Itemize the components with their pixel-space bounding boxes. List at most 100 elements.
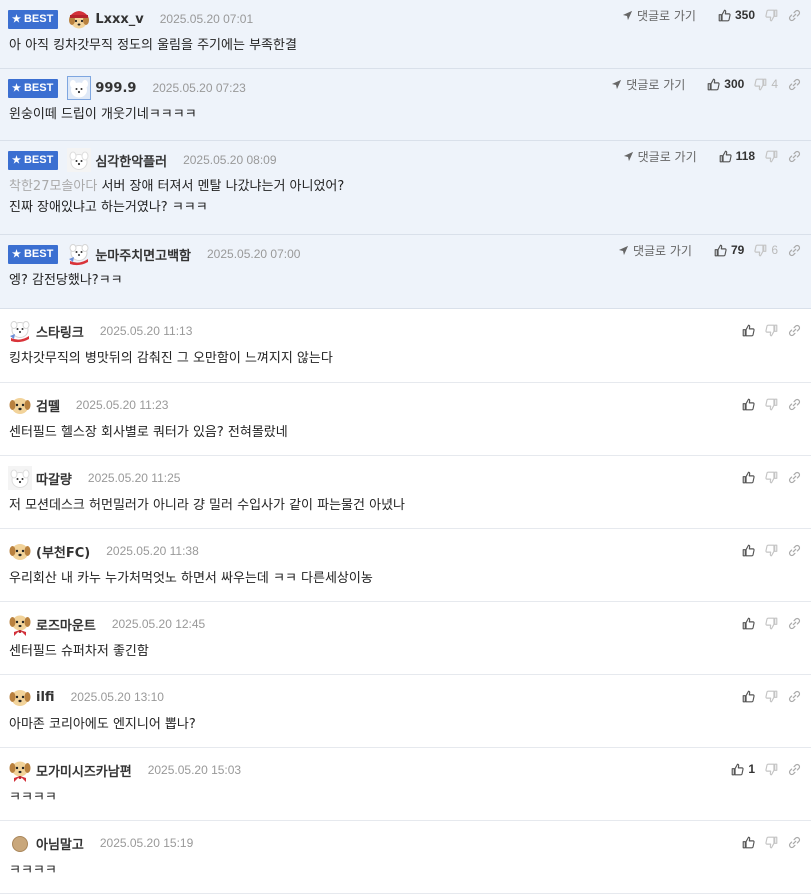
dislike-button[interactable] <box>765 471 778 484</box>
comment-body: 아 아직 킹차갓무직 정도의 울림을 주기에는 부족한결 <box>9 35 297 56</box>
comment-body: 엥? 감전당했나?ㅋㅋ <box>9 270 123 291</box>
dislike-button[interactable] <box>765 836 778 849</box>
copy-link-button[interactable] <box>788 9 801 22</box>
copy-link-button[interactable] <box>788 617 801 630</box>
copy-link-button[interactable] <box>788 150 801 163</box>
comment-line: 센터필드 헬스장 회사별로 쿼터가 있음? 전혀몰랐네 <box>9 422 288 443</box>
avatar[interactable] <box>8 831 32 855</box>
like-button[interactable] <box>742 836 755 849</box>
thumbs-up-icon <box>731 763 744 776</box>
copy-link-button[interactable] <box>788 690 801 703</box>
nickname[interactable]: ilfi <box>36 690 55 705</box>
dislike-button[interactable] <box>765 324 778 337</box>
send-arrow-icon <box>611 79 622 90</box>
nickname[interactable]: 따갈량 <box>36 469 72 488</box>
like-count: 79 <box>730 243 745 257</box>
comment-text: 센터필드 슈퍼차저 좋긴함 <box>9 644 149 659</box>
white-dog-icon <box>8 466 32 490</box>
comment-list: ★ BEST Lxxx_v 2025.05.20 07:01 아 아직 킹차갓무직 정도… <box>0 0 811 894</box>
comment-header: 스타링크 2025.05.20 11:13 <box>8 319 192 343</box>
nickname[interactable]: 로즈마운트 <box>36 615 96 634</box>
nickname[interactable]: 모가미시즈카남편 <box>36 761 132 780</box>
dislike-button[interactable] <box>765 544 778 557</box>
like-button[interactable] <box>742 324 755 337</box>
comment-header: ★ BEST 심각한악플러 2025.05.20 08:09 <box>8 148 277 172</box>
like-button[interactable] <box>742 398 755 411</box>
like-button[interactable] <box>742 690 755 703</box>
nickname[interactable]: 스타링크 <box>36 322 84 341</box>
comment-header: (부천FC) 2025.05.20 11:38 <box>8 539 199 563</box>
comment-date: 2025.05.20 13:10 <box>70 690 164 704</box>
thumbs-up-icon <box>719 150 732 163</box>
copy-link-button[interactable] <box>788 471 801 484</box>
go-to-reply-link[interactable]: 댓글로 가기 <box>618 242 692 259</box>
thumbs-down-icon <box>765 471 778 484</box>
comment-actions: 댓글로 가기 118 <box>623 145 801 167</box>
avatar[interactable] <box>8 685 32 709</box>
comment-date: 2025.05.20 07:23 <box>152 81 246 95</box>
nickname[interactable]: Lxxx_v <box>95 12 143 27</box>
like-button[interactable] <box>742 617 755 630</box>
like-button[interactable]: 1 <box>731 762 755 776</box>
like-button[interactable]: 350 <box>718 8 755 22</box>
nickname[interactable]: 999.9 <box>95 81 136 96</box>
avatar[interactable] <box>8 466 32 490</box>
dislike-button[interactable] <box>765 150 778 163</box>
avatar[interactable] <box>8 758 32 782</box>
like-button[interactable] <box>742 471 755 484</box>
like-button[interactable]: 300 <box>707 77 744 91</box>
copy-link-button[interactable] <box>788 78 801 91</box>
comment-header: 검뗄 2025.05.20 11:23 <box>8 393 168 417</box>
mention[interactable]: 착한27모솔아다 <box>9 179 97 194</box>
best-comment: ★ BEST 999.9 2025.05.20 07:23 윈숭이떼 드립이 개웃기네ㅋ… <box>0 69 811 141</box>
like-button[interactable]: 79 <box>714 243 744 257</box>
copy-link-button[interactable] <box>788 836 801 849</box>
nickname[interactable]: 검뗄 <box>36 396 60 415</box>
like-button[interactable]: 118 <box>719 149 755 163</box>
dislike-button[interactable] <box>765 398 778 411</box>
nickname[interactable]: 심각한악플러 <box>95 151 167 170</box>
copy-link-button[interactable] <box>788 544 801 557</box>
copy-link-button[interactable] <box>788 763 801 776</box>
dislike-button[interactable] <box>765 9 778 22</box>
avatar[interactable] <box>8 612 32 636</box>
comment-text: 엥? 감전당했나?ㅋㅋ <box>9 273 123 288</box>
dislike-button[interactable] <box>765 617 778 630</box>
dislike-button[interactable]: 6 <box>754 243 778 257</box>
avatar[interactable] <box>8 539 32 563</box>
comment-body: 센터필드 슈퍼차저 좋긴함 <box>9 641 149 662</box>
go-to-reply-link[interactable]: 댓글로 가기 <box>623 148 697 165</box>
comment-body: 아마존 코리아에도 엔지니어 뽑나? <box>9 714 196 735</box>
comment: 로즈마운트 2025.05.20 12:45 센터필드 슈퍼차저 좋긴함 <box>0 602 811 675</box>
link-icon <box>788 78 801 91</box>
thumbs-down-icon <box>754 244 767 257</box>
dislike-button[interactable]: 4 <box>754 77 778 91</box>
nickname[interactable]: (부천FC) <box>36 542 90 561</box>
copy-link-button[interactable] <box>788 324 801 337</box>
thumbs-down-icon <box>765 9 778 22</box>
comment-line: 저 모션데스크 허먼밀러가 아니라 걍 밀러 수입사가 같이 파는물건 아녔나 <box>9 495 405 516</box>
comment-body: 착한27모솔아다 서버 장애 터져서 멘탈 나갔냐는거 아니었어? 진짜 장애있냐… <box>9 176 344 218</box>
like-count: 350 <box>734 8 755 22</box>
go-to-reply-link[interactable]: 댓글로 가기 <box>611 76 685 93</box>
avatar[interactable] <box>8 319 32 343</box>
nickname[interactable]: 아님말고 <box>36 834 84 853</box>
avatar[interactable] <box>67 242 91 266</box>
copy-link-button[interactable] <box>788 244 801 257</box>
comment-text: ㅋㅋㅋㅋ <box>9 790 57 805</box>
like-button[interactable] <box>742 544 755 557</box>
avatar[interactable] <box>8 393 32 417</box>
star-icon: ★ <box>12 13 21 25</box>
comment-actions <box>732 539 801 561</box>
comment-date: 2025.05.20 11:13 <box>99 324 193 338</box>
avatar[interactable] <box>67 76 91 100</box>
comment-line: 센터필드 슈퍼차저 좋긴함 <box>9 641 149 662</box>
dislike-button[interactable] <box>765 763 778 776</box>
dislike-button[interactable] <box>765 690 778 703</box>
copy-link-button[interactable] <box>788 398 801 411</box>
thumbs-down-icon <box>765 763 778 776</box>
avatar[interactable] <box>67 148 91 172</box>
go-to-reply-link[interactable]: 댓글로 가기 <box>622 7 696 24</box>
avatar[interactable] <box>67 7 91 31</box>
nickname[interactable]: 눈마주치면고백함 <box>95 245 191 264</box>
